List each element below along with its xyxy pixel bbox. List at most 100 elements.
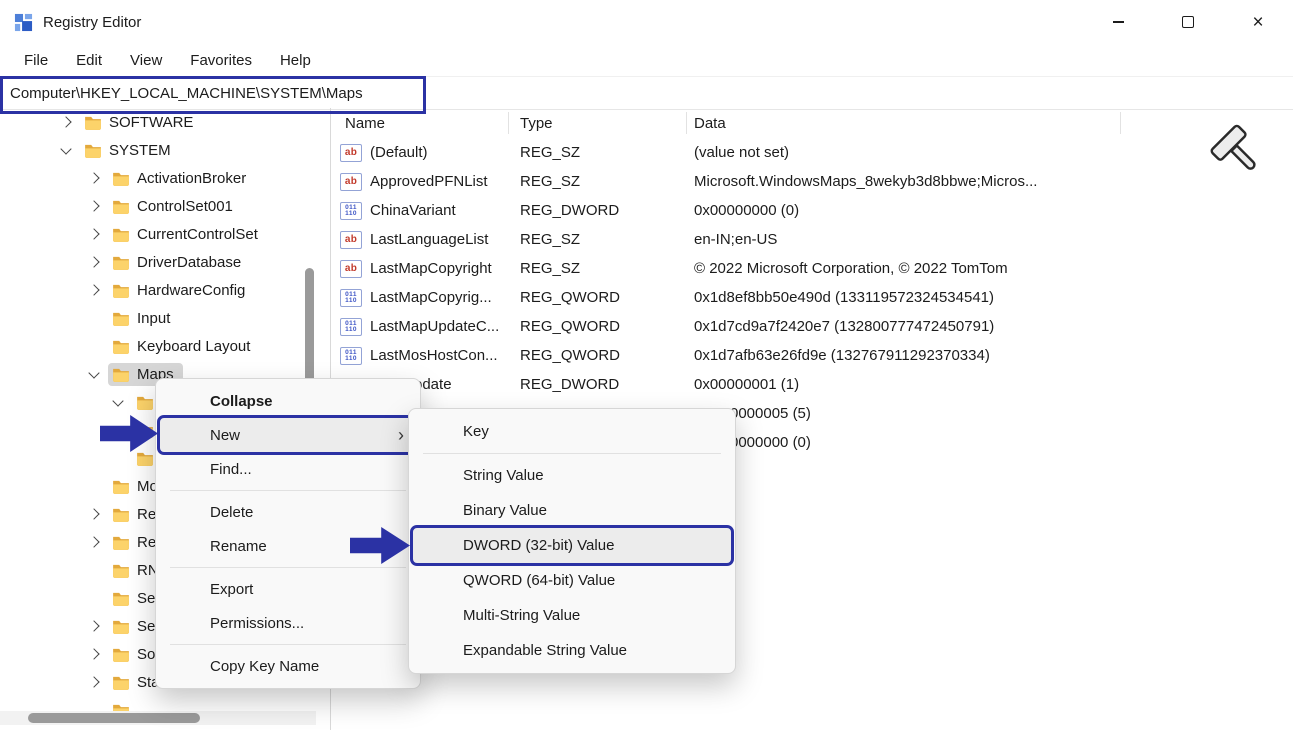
folder-icon [112, 535, 130, 550]
column-header-data[interactable]: Data [694, 108, 726, 138]
tree-item-system[interactable]: SYSTEM [0, 136, 330, 164]
value-row-lastmoshostcon[interactable]: 011110LastMosHostCon...REG_QWORD0x1d7afb… [330, 341, 1293, 370]
vertical-scrollbar-thumb[interactable] [305, 268, 314, 396]
minimize-button[interactable] [1095, 0, 1141, 44]
string-value-icon: ab [340, 173, 362, 191]
context-menu-item-delete[interactable]: Delete [160, 495, 416, 529]
menu-separator [170, 490, 406, 491]
value-data: 0x1d8ef8bb50e490d (133119572324534541) [694, 283, 1274, 312]
context-menu-item-new[interactable]: New› [160, 418, 416, 452]
value-row-lastlanguagelist[interactable]: abLastLanguageListREG_SZen-IN;en-US [330, 225, 1293, 254]
chevron-right-icon[interactable] [88, 622, 108, 630]
tree-item-currentcontrolset[interactable]: CurrentControlSet [0, 220, 330, 248]
value-row-odate[interactable]: odateREG_DWORD0x00000001 (1) [330, 370, 1293, 399]
value-row-approvedpfnlist[interactable]: abApprovedPFNListREG_SZMicrosoft.Windows… [330, 167, 1293, 196]
context-menu-item-export[interactable]: Export [160, 572, 416, 606]
tree-item-input[interactable]: Input [0, 304, 330, 332]
horizontal-scrollbar-thumb[interactable] [28, 713, 200, 723]
chevron-right-icon[interactable] [88, 230, 108, 238]
value-type: REG_DWORD [520, 196, 680, 225]
chevron-down-icon[interactable] [60, 148, 80, 153]
value-row-lastmapupdatec[interactable]: 011110LastMapUpdateC...REG_QWORD0x1d7cd9… [330, 312, 1293, 341]
tree-item-controlset001[interactable]: ControlSet001 [0, 192, 330, 220]
tree-item-body: ControlSet001 [108, 195, 242, 218]
chevron-right-icon[interactable] [88, 538, 108, 546]
chevron-right-icon[interactable] [88, 286, 108, 294]
tree-item-label: SOFTWARE [109, 114, 193, 131]
menu-item-label: QWORD (64-bit) Value [463, 572, 721, 589]
value-type: REG_SZ [520, 225, 680, 254]
close-button[interactable]: × [1235, 0, 1281, 44]
menubar-item-view[interactable]: View [116, 47, 176, 74]
menubar-item-file[interactable]: File [10, 47, 62, 74]
tree-item-label: ControlSet001 [137, 198, 233, 215]
chevron-right-icon[interactable] [88, 650, 108, 658]
tree-item-software[interactable]: SOFTWARE [0, 108, 330, 136]
menu-item-label: Binary Value [463, 502, 721, 519]
submenu-item-expandable-string-value[interactable]: Expandable String Value [413, 633, 731, 668]
column-separator[interactable] [508, 112, 509, 134]
chevron-right-icon[interactable] [88, 174, 108, 182]
submenu-item-key[interactable]: Key [413, 414, 731, 449]
menubar: FileEditViewFavoritesHelp [0, 44, 1293, 76]
value-data: Microsoft.WindowsMaps_8wekyb3d8bbwe;Micr… [694, 167, 1274, 196]
value-name-cell: 011110ChinaVariant [340, 196, 508, 225]
tree-item-body: ActivationBroker [108, 167, 255, 190]
folder-icon [84, 115, 102, 130]
value-name: ChinaVariant [370, 202, 456, 219]
maximize-button[interactable] [1165, 0, 1211, 44]
close-icon: × [1252, 13, 1263, 32]
value-data: (value not set) [694, 138, 1274, 167]
tree-item-driverdatabase[interactable]: DriverDatabase [0, 248, 330, 276]
submenu-item-dword-32-bit-value[interactable]: DWORD (32-bit) Value [413, 528, 731, 563]
column-header-type[interactable]: Type [520, 108, 553, 138]
address-bar[interactable]: Computer\HKEY_LOCAL_MACHINE\SYSTEM\Maps [0, 76, 1293, 110]
column-separator[interactable] [1120, 112, 1121, 134]
submenu-item-string-value[interactable]: String Value [413, 458, 731, 493]
chevron-right-icon[interactable] [60, 118, 80, 126]
title-bar: Registry Editor × [0, 0, 1293, 44]
submenu-item-qword-64-bit-value[interactable]: QWORD (64-bit) Value [413, 563, 731, 598]
tree-item-body: SOFTWARE [80, 111, 202, 134]
menubar-item-favorites[interactable]: Favorites [176, 47, 266, 74]
value-name: LastMosHostCon... [370, 347, 498, 364]
hammer-cursor-icon [1208, 120, 1270, 182]
menubar-item-edit[interactable]: Edit [62, 47, 116, 74]
window-title: Registry Editor [43, 14, 141, 31]
value-type: REG_DWORD [520, 370, 680, 399]
context-menu-item-find[interactable]: Find... [160, 452, 416, 486]
value-row-default[interactable]: ab(Default)REG_SZ(value not set) [330, 138, 1293, 167]
value-row-chinavariant[interactable]: 011110ChinaVariantREG_DWORD0x00000000 (0… [330, 196, 1293, 225]
value-type: REG_QWORD [520, 341, 680, 370]
menu-item-label: Multi-String Value [463, 607, 721, 624]
chevron-right-icon[interactable] [88, 510, 108, 518]
value-name: LastLanguageList [370, 231, 488, 248]
chevron-right-icon[interactable] [88, 258, 108, 266]
context-menu-item-collapse[interactable]: Collapse [160, 384, 416, 418]
column-separator[interactable] [686, 112, 687, 134]
submenu-item-multi-string-value[interactable]: Multi-String Value [413, 598, 731, 633]
tree-item-activationbroker[interactable]: ActivationBroker [0, 164, 330, 192]
folder-icon [112, 283, 130, 298]
chevron-right-icon[interactable] [88, 202, 108, 210]
submenu-item-binary-value[interactable]: Binary Value [413, 493, 731, 528]
submenu-arrow-icon: › [398, 426, 404, 444]
value-row-lastmapcopyright[interactable]: abLastMapCopyrightREG_SZ© 2022 Microsoft… [330, 254, 1293, 283]
chevron-down-icon[interactable] [88, 372, 108, 377]
chevron-right-icon[interactable] [88, 678, 108, 686]
tree-item-keyboard-layout[interactable]: Keyboard Layout [0, 332, 330, 360]
menu-item-label: Key [463, 423, 721, 440]
chevron-down-icon[interactable] [112, 400, 132, 405]
value-name-cell: 011110LastMosHostCon... [340, 341, 508, 370]
value-type: REG_QWORD [520, 312, 680, 341]
tree-horizontal-scrollbar[interactable] [0, 711, 316, 725]
value-row-lastmapcopyrig[interactable]: 011110LastMapCopyrig...REG_QWORD0x1d8ef8… [330, 283, 1293, 312]
tree-item-hardwareconfig[interactable]: HardwareConfig [0, 276, 330, 304]
value-name-cell: abApprovedPFNList [340, 167, 508, 196]
context-menu-item-permissions[interactable]: Permissions... [160, 606, 416, 640]
context-menu-item-copy-key-name[interactable]: Copy Key Name [160, 649, 416, 683]
folder-icon [112, 675, 130, 690]
menubar-item-help[interactable]: Help [266, 47, 325, 74]
column-header-name[interactable]: Name [345, 108, 385, 138]
tree-item-body: HardwareConfig [108, 279, 254, 302]
